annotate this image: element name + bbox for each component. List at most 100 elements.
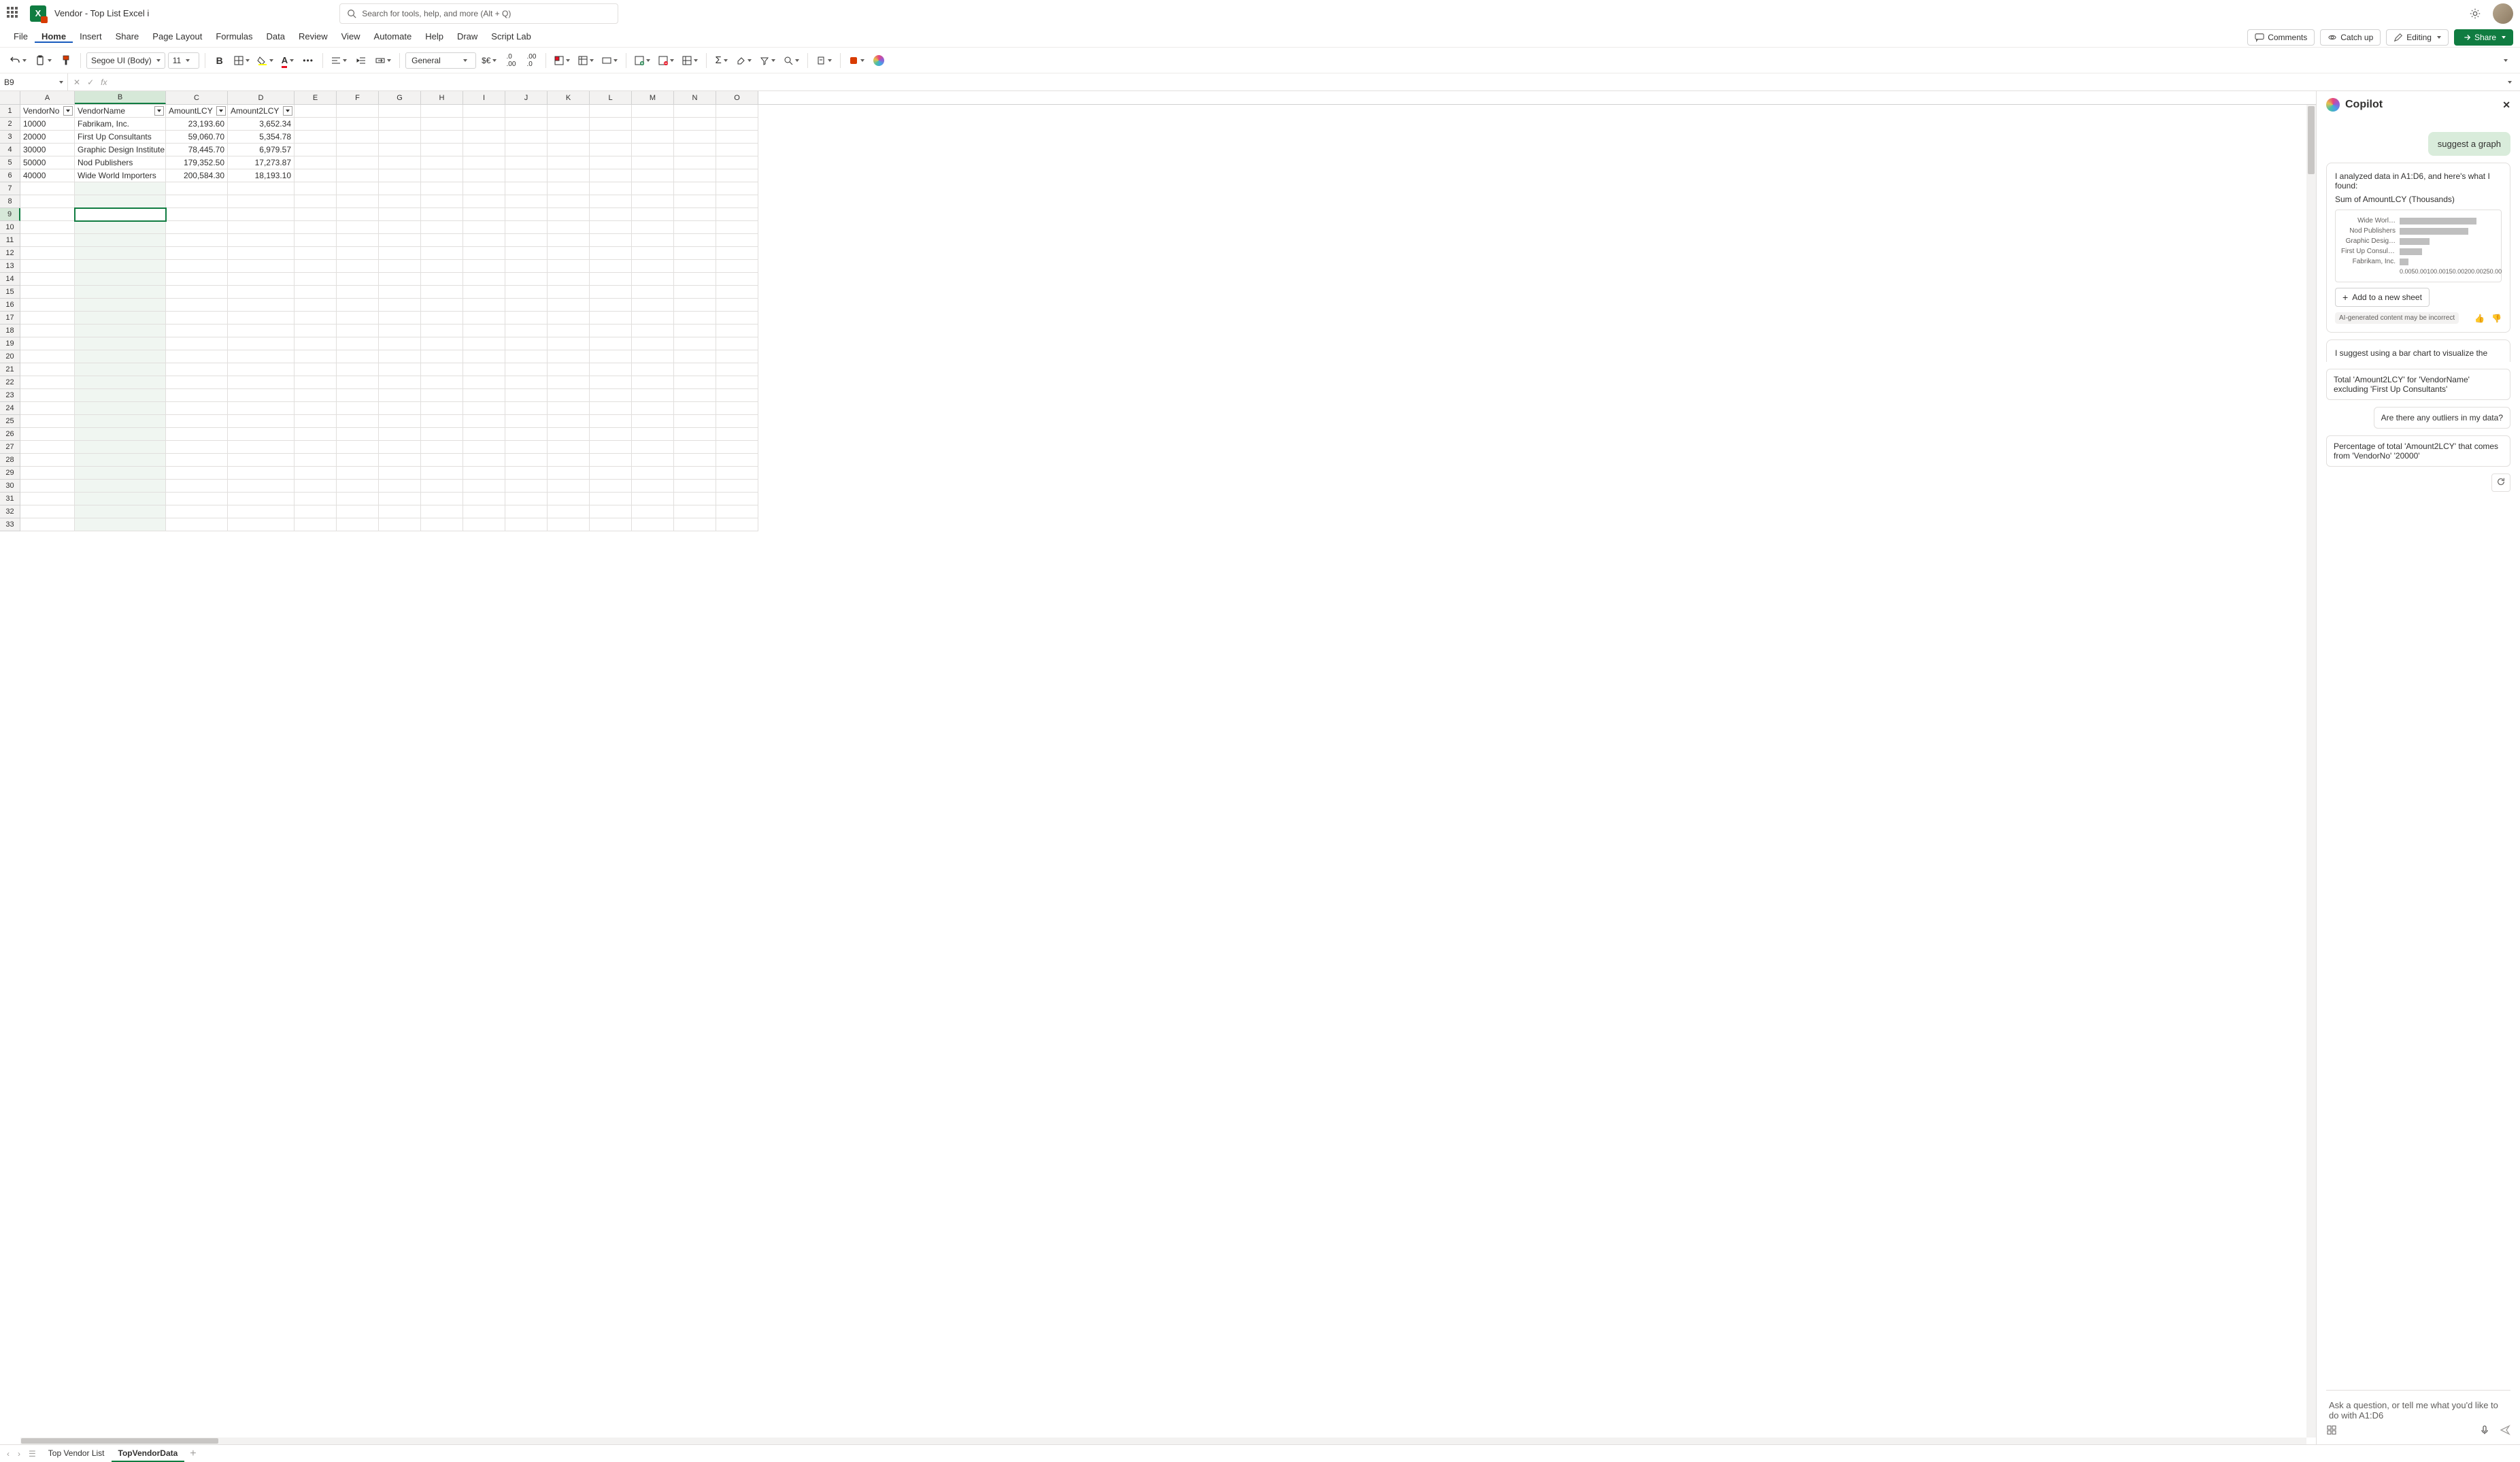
- cell-I9[interactable]: [463, 208, 505, 221]
- add-to-sheet-button[interactable]: + Add to a new sheet: [2335, 288, 2430, 307]
- cell-M33[interactable]: [632, 518, 674, 531]
- row-header-25[interactable]: 25: [0, 415, 20, 428]
- cell-M16[interactable]: [632, 299, 674, 312]
- cell-D32[interactable]: [228, 505, 295, 518]
- row-header-28[interactable]: 28: [0, 454, 20, 467]
- cell-J29[interactable]: [505, 467, 548, 480]
- cell-E4[interactable]: [295, 144, 337, 156]
- cell-G7[interactable]: [379, 182, 421, 195]
- cell-D7[interactable]: [228, 182, 295, 195]
- cell-E20[interactable]: [295, 350, 337, 363]
- cell-N31[interactable]: [674, 493, 716, 505]
- cell-L22[interactable]: [590, 376, 632, 389]
- thumbs-down-icon[interactable]: 👎: [2491, 314, 2502, 323]
- cell-N17[interactable]: [674, 312, 716, 325]
- cell-A32[interactable]: [20, 505, 75, 518]
- cell-I7[interactable]: [463, 182, 505, 195]
- cell-A17[interactable]: [20, 312, 75, 325]
- cell-A31[interactable]: [20, 493, 75, 505]
- cell-E11[interactable]: [295, 234, 337, 247]
- cell-M7[interactable]: [632, 182, 674, 195]
- cell-J9[interactable]: [505, 208, 548, 221]
- cell-J32[interactable]: [505, 505, 548, 518]
- cell-G9[interactable]: [379, 208, 421, 221]
- cell-F1[interactable]: [337, 105, 379, 118]
- cell-K19[interactable]: [548, 337, 590, 350]
- cell-F26[interactable]: [337, 428, 379, 441]
- cell-N2[interactable]: [674, 118, 716, 131]
- cell-A33[interactable]: [20, 518, 75, 531]
- cell-L25[interactable]: [590, 415, 632, 428]
- cell-H26[interactable]: [421, 428, 463, 441]
- cell-A28[interactable]: [20, 454, 75, 467]
- cell-L19[interactable]: [590, 337, 632, 350]
- cell-M30[interactable]: [632, 480, 674, 493]
- cell-D24[interactable]: [228, 402, 295, 415]
- app-launcher-icon[interactable]: [7, 7, 20, 20]
- cell-L30[interactable]: [590, 480, 632, 493]
- sort-filter-button[interactable]: [757, 52, 778, 69]
- cell-E25[interactable]: [295, 415, 337, 428]
- cell-E6[interactable]: [295, 169, 337, 182]
- cell-E29[interactable]: [295, 467, 337, 480]
- cell-D13[interactable]: [228, 260, 295, 273]
- cell-O24[interactable]: [716, 402, 758, 415]
- cell-E7[interactable]: [295, 182, 337, 195]
- cell-A6[interactable]: 40000: [20, 169, 75, 182]
- cell-K6[interactable]: [548, 169, 590, 182]
- enter-formula-icon[interactable]: ✓: [87, 78, 94, 87]
- cell-C4[interactable]: 78,445.70: [166, 144, 228, 156]
- cell-K12[interactable]: [548, 247, 590, 260]
- cell-J20[interactable]: [505, 350, 548, 363]
- cell-G21[interactable]: [379, 363, 421, 376]
- cell-N5[interactable]: [674, 156, 716, 169]
- cell-J11[interactable]: [505, 234, 548, 247]
- cell-O16[interactable]: [716, 299, 758, 312]
- cell-M17[interactable]: [632, 312, 674, 325]
- cell-E30[interactable]: [295, 480, 337, 493]
- row-header-32[interactable]: 32: [0, 505, 20, 518]
- cell-A10[interactable]: [20, 221, 75, 234]
- cell-I19[interactable]: [463, 337, 505, 350]
- cell-F7[interactable]: [337, 182, 379, 195]
- cell-N15[interactable]: [674, 286, 716, 299]
- ribbon-tab-page-layout[interactable]: Page Layout: [146, 31, 209, 41]
- name-box[interactable]: B9: [0, 73, 68, 90]
- cell-B22[interactable]: [75, 376, 166, 389]
- cell-K14[interactable]: [548, 273, 590, 286]
- cell-G1[interactable]: [379, 105, 421, 118]
- sensitivity-button[interactable]: [813, 52, 835, 69]
- row-header-5[interactable]: 5: [0, 156, 20, 169]
- cell-A7[interactable]: [20, 182, 75, 195]
- cell-K11[interactable]: [548, 234, 590, 247]
- cell-G26[interactable]: [379, 428, 421, 441]
- cell-M27[interactable]: [632, 441, 674, 454]
- row-header-33[interactable]: 33: [0, 518, 20, 531]
- cell-K22[interactable]: [548, 376, 590, 389]
- cell-J10[interactable]: [505, 221, 548, 234]
- cell-H9[interactable]: [421, 208, 463, 221]
- cell-F25[interactable]: [337, 415, 379, 428]
- cell-N25[interactable]: [674, 415, 716, 428]
- cell-M13[interactable]: [632, 260, 674, 273]
- cell-A24[interactable]: [20, 402, 75, 415]
- cell-M18[interactable]: [632, 325, 674, 337]
- cell-M11[interactable]: [632, 234, 674, 247]
- cell-I30[interactable]: [463, 480, 505, 493]
- cell-N1[interactable]: [674, 105, 716, 118]
- row-header-4[interactable]: 4: [0, 144, 20, 156]
- cell-F2[interactable]: [337, 118, 379, 131]
- cell-E21[interactable]: [295, 363, 337, 376]
- cell-G5[interactable]: [379, 156, 421, 169]
- cell-C14[interactable]: [166, 273, 228, 286]
- cell-I25[interactable]: [463, 415, 505, 428]
- cell-B8[interactable]: [75, 195, 166, 208]
- cell-H2[interactable]: [421, 118, 463, 131]
- cell-E23[interactable]: [295, 389, 337, 402]
- row-header-15[interactable]: 15: [0, 286, 20, 299]
- cell-N32[interactable]: [674, 505, 716, 518]
- cell-I28[interactable]: [463, 454, 505, 467]
- cell-J21[interactable]: [505, 363, 548, 376]
- cell-E22[interactable]: [295, 376, 337, 389]
- cell-A2[interactable]: 10000: [20, 118, 75, 131]
